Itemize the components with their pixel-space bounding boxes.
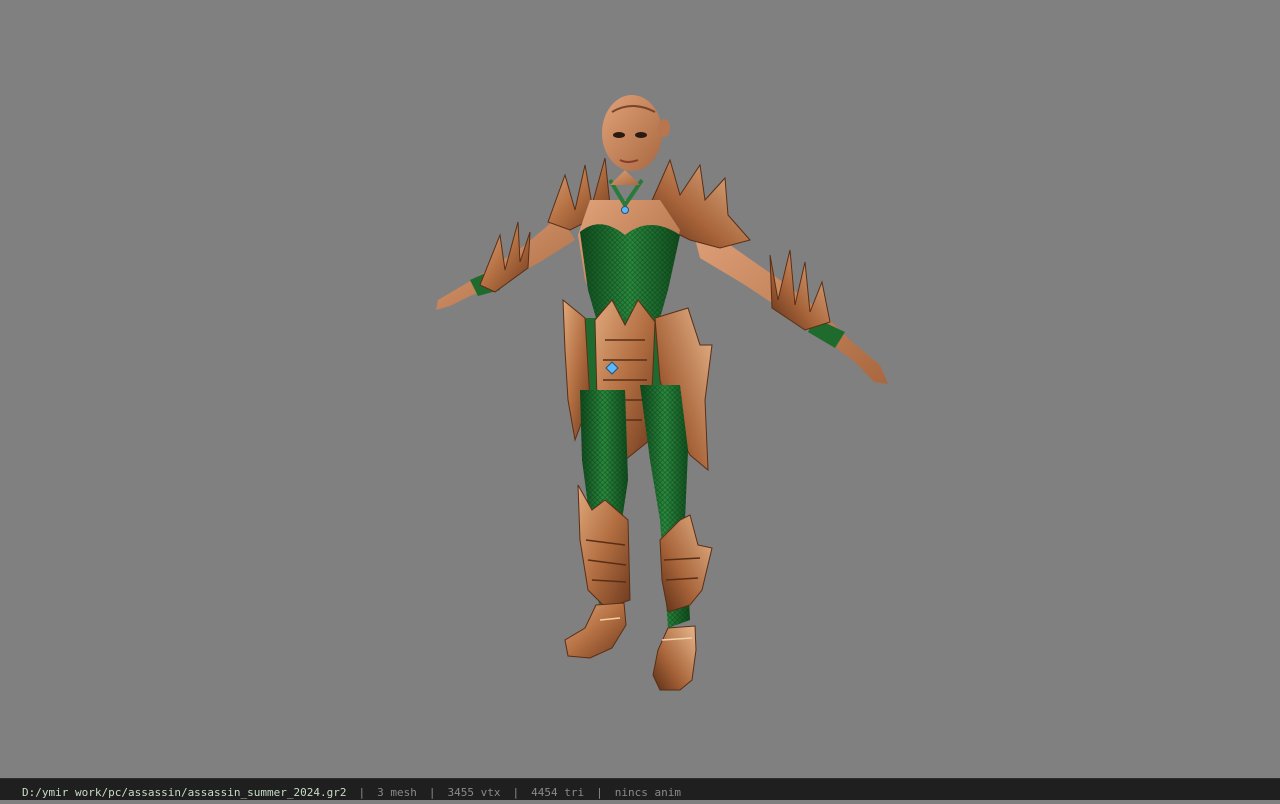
character-model: [436, 95, 888, 691]
separator: |: [512, 785, 520, 799]
triangle-count: 4454 tri: [531, 785, 585, 799]
model-viewport[interactable]: [0, 0, 1280, 778]
left-arm: [436, 215, 575, 310]
animation-status: nincs anim: [614, 785, 681, 799]
status-bar: D:/ymir work/pc/assassin/assassin_summer…: [0, 778, 1280, 800]
separator: |: [358, 785, 366, 799]
separator: |: [596, 785, 603, 799]
separator: |: [428, 785, 436, 799]
head: [602, 95, 670, 185]
mesh-count: 3 mesh: [377, 785, 417, 799]
vertex-count: 3455 vtx: [447, 785, 501, 799]
file-path: D:/ymir work/pc/assassin/assassin_summer…: [22, 785, 347, 799]
